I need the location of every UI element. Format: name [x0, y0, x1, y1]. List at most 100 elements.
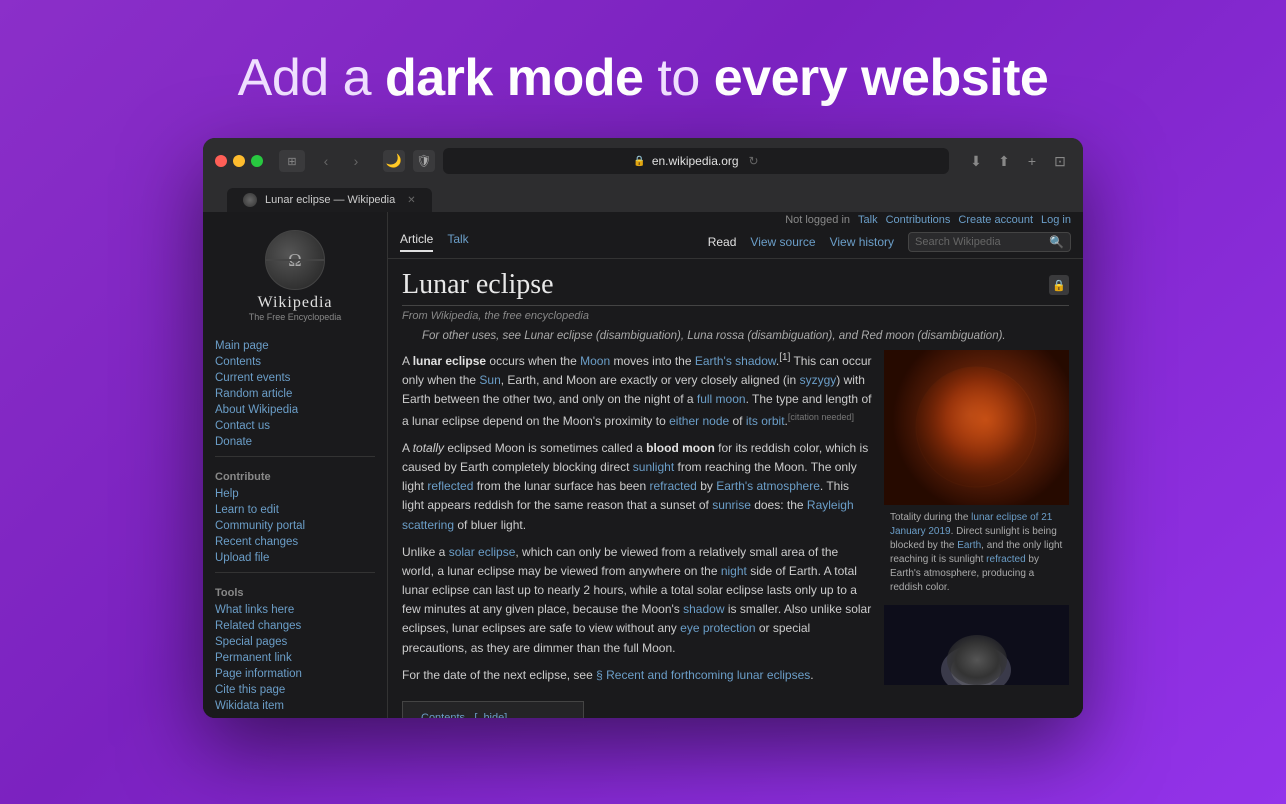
sidebar-item-special-pages[interactable]: Special pages — [215, 634, 375, 650]
sidebar-item-page-information[interactable]: Page information — [215, 666, 375, 682]
sidebar-divider-1 — [215, 456, 375, 457]
action-view-source[interactable]: View source — [750, 235, 815, 249]
tab-favicon — [243, 193, 257, 207]
browser-chrome: ⊞ ‹ › 🌙 🛡 🔒 en.wikipedia.org ↻ ⬇ ⬆ + ⊡ — [203, 138, 1083, 212]
action-view-history[interactable]: View history — [830, 235, 894, 249]
article-area: Not logged in Talk Contributions Create … — [388, 212, 1083, 718]
infobox-image-moon — [884, 350, 1069, 505]
article-paragraph-3: Unlike a solar eclipse, which can only b… — [402, 543, 872, 658]
article-lock-icon: 🔒 — [1049, 275, 1069, 295]
sidebar-item-current-events[interactable]: Current events — [215, 370, 375, 386]
extension-moon-icon[interactable]: 🌙 — [383, 150, 405, 172]
create-account-link[interactable]: Create account — [958, 214, 1033, 226]
user-bar: Not logged in Talk Contributions Create … — [388, 212, 1083, 226]
toolbar-right: ⬇ ⬆ + ⊡ — [965, 150, 1071, 172]
infobox: Totality during the lunar eclipse of 21 … — [884, 350, 1069, 718]
sidebar: Wikipedia The Free Encyclopedia Main pag… — [203, 212, 388, 718]
article-body: Lunar eclipse 🔒 From Wikipedia, the free… — [388, 259, 1083, 718]
page-content: Wikipedia The Free Encyclopedia Main pag… — [203, 212, 1083, 718]
sidebar-navigation: Main page Contents Current events Random… — [203, 334, 387, 718]
sidebar-item-wikidata-item[interactable]: Wikidata item — [215, 698, 375, 714]
wiki-tagline: The Free Encyclopedia — [249, 312, 342, 322]
tab-title: Lunar eclipse — Wikipedia — [265, 194, 395, 206]
sidebar-item-related-changes[interactable]: Related changes — [215, 618, 375, 634]
sidebar-item-random-article[interactable]: Random article — [215, 386, 375, 402]
sidebar-item-contact-us[interactable]: Contact us — [215, 418, 375, 434]
headline-prefix: Add a — [238, 49, 385, 107]
forward-button[interactable]: › — [343, 150, 369, 172]
sidebar-item-upload-file[interactable]: Upload file — [215, 550, 375, 566]
article-paragraph-2: A totally eclipsed Moon is sometimes cal… — [402, 439, 872, 535]
infobox-svg-2 — [884, 605, 1069, 685]
contents-hide[interactable]: [hide] — [474, 712, 507, 718]
contents-header: Contents [hide] — [415, 710, 571, 718]
sidebar-item-contents[interactable]: Contents — [215, 354, 375, 370]
article-paragraph-4: For the date of the next eclipse, see § … — [402, 666, 872, 685]
sidebar-item-cite-this-page[interactable]: Cite this page — [215, 682, 375, 698]
browser-titlebar: ⊞ ‹ › 🌙 🛡 🔒 en.wikipedia.org ↻ ⬇ ⬆ + ⊡ — [215, 148, 1071, 174]
tab-talk[interactable]: Talk — [447, 232, 468, 252]
log-in-link[interactable]: Log in — [1041, 214, 1071, 226]
article-subtitle: From Wikipedia, the free encyclopedia — [402, 310, 1069, 322]
sidebar-item-what-links-here[interactable]: What links here — [215, 602, 375, 618]
not-logged-in-text: Not logged in — [785, 214, 850, 226]
reload-button[interactable]: ↻ — [749, 154, 759, 168]
talk-link[interactable]: Talk — [858, 214, 878, 226]
wiki-logo: Wikipedia The Free Encyclopedia — [203, 222, 387, 334]
address-bar[interactable]: 🔒 en.wikipedia.org ↻ — [443, 148, 949, 174]
sidebar-item-help[interactable]: Help — [215, 486, 375, 502]
blood-moon-svg — [884, 350, 1069, 505]
tools-section-title: Tools — [215, 579, 375, 602]
sidebar-item-recent-changes[interactable]: Recent changes — [215, 534, 375, 550]
share-icon[interactable]: ⬆ — [993, 150, 1015, 172]
sidebar-item-community-portal[interactable]: Community portal — [215, 518, 375, 534]
wiki-globe-icon — [265, 230, 325, 290]
contents-title: Contents — [421, 712, 465, 718]
search-submit-icon[interactable]: 🔍 — [1049, 235, 1064, 249]
tab-article[interactable]: Article — [400, 232, 433, 252]
article-actions: Read View source View history 🔍 — [708, 232, 1071, 252]
article-paragraph-1: A lunar eclipse occurs when the Moon mov… — [402, 350, 872, 431]
active-tab[interactable]: Lunar eclipse — Wikipedia ✕ — [227, 188, 432, 212]
tab-close-button[interactable]: ✕ — [407, 195, 415, 206]
contribute-section-title: Contribute — [215, 463, 375, 486]
article-text-content: A lunar eclipse occurs when the Moon mov… — [402, 350, 872, 718]
search-box: 🔍 — [908, 232, 1071, 252]
extension-shield-icon[interactable]: 🛡 — [413, 150, 435, 172]
nav-buttons: ‹ › — [313, 150, 369, 172]
headline-bold1: dark mode — [385, 49, 643, 107]
minimize-traffic-light[interactable] — [233, 155, 245, 167]
search-input[interactable] — [915, 236, 1045, 248]
tab-switcher-button[interactable]: ⊞ — [279, 150, 305, 172]
tab-switcher-icon: ⊞ — [287, 155, 296, 168]
sidebar-toggle-icon[interactable]: ⊡ — [1049, 150, 1071, 172]
browser-window: ⊞ ‹ › 🌙 🛡 🔒 en.wikipedia.org ↻ ⬇ ⬆ + ⊡ — [203, 138, 1083, 718]
close-traffic-light[interactable] — [215, 155, 227, 167]
lock-icon: 🔒 — [633, 156, 645, 167]
back-button[interactable]: ‹ — [313, 150, 339, 172]
article-content-wrapper: A lunar eclipse occurs when the Moon mov… — [402, 350, 1069, 718]
sidebar-item-about-wikipedia[interactable]: About Wikipedia — [215, 402, 375, 418]
traffic-lights — [215, 155, 263, 167]
fullscreen-traffic-light[interactable] — [251, 155, 263, 167]
article-topbar: Article Talk Read View source View histo… — [388, 226, 1083, 259]
article-title-text: Lunar eclipse — [402, 269, 554, 301]
article-tabs: Article Talk — [400, 232, 469, 252]
page-headline: Add a dark mode to every website — [238, 48, 1049, 108]
contributions-link[interactable]: Contributions — [886, 214, 951, 226]
article-title: Lunar eclipse 🔒 — [402, 269, 1069, 306]
action-read[interactable]: Read — [708, 235, 737, 249]
sidebar-item-main-page[interactable]: Main page — [215, 338, 375, 354]
downloads-icon[interactable]: ⬇ — [965, 150, 987, 172]
url-text: en.wikipedia.org — [652, 154, 739, 168]
hatnote-text: For other uses, see Lunar eclipse (disam… — [422, 330, 1006, 342]
sidebar-item-donate[interactable]: Donate — [215, 434, 375, 450]
infobox-image-2 — [884, 605, 1069, 685]
sidebar-item-permanent-link[interactable]: Permanent link — [215, 650, 375, 666]
sidebar-divider-2 — [215, 572, 375, 573]
wiki-brand: Wikipedia — [258, 294, 333, 312]
new-tab-icon[interactable]: + — [1021, 150, 1043, 172]
headline-middle: to — [643, 49, 713, 107]
headline-bold2: every website — [714, 49, 1049, 107]
sidebar-item-learn-to-edit[interactable]: Learn to edit — [215, 502, 375, 518]
